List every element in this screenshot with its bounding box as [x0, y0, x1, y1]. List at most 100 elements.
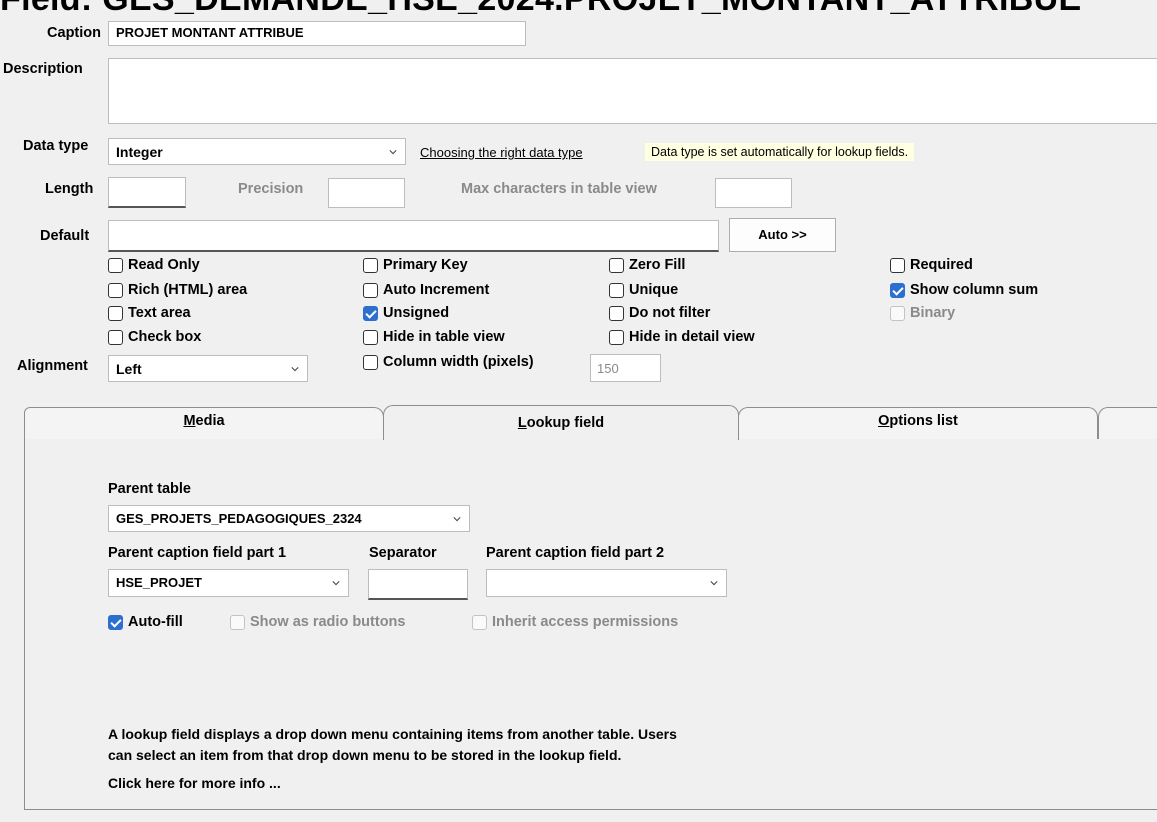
checkbox-box: [108, 305, 123, 321]
checkbox-label: Show as radio buttons: [250, 614, 406, 630]
default-label: Default: [40, 228, 90, 244]
unique-checkbox[interactable]: Unique: [609, 282, 678, 298]
checkbox-label: Unsigned: [383, 305, 450, 321]
show-column-sum-checkbox[interactable]: Show column sum: [890, 282, 1038, 298]
checkbox-label: Primary Key: [383, 257, 468, 273]
inherit-permissions-checkbox[interactable]: Inherit access permissions: [472, 614, 678, 630]
caption-part2-label: Parent caption field part 2: [486, 545, 665, 561]
column-width-checkbox[interactable]: Column width (pixels): [363, 354, 534, 370]
checkbox-label: Required: [910, 257, 973, 273]
chevron-down-icon: [291, 367, 299, 372]
check-icon: [108, 614, 123, 630]
checkbox-box: [472, 614, 487, 630]
description-textarea[interactable]: [108, 58, 1157, 124]
required-checkbox[interactable]: Required: [890, 257, 973, 273]
data-type-select[interactable]: Integer: [108, 138, 406, 165]
hide-in-table-view-checkbox[interactable]: Hide in table view: [363, 329, 505, 345]
checkbox-label: Inherit access permissions: [492, 614, 679, 630]
caption-part1-label: Parent caption field part 1: [108, 545, 287, 561]
checkbox-label: Text area: [128, 305, 191, 321]
separator-label: Separator: [369, 545, 437, 561]
alignment-label: Alignment: [17, 358, 88, 374]
data-type-label: Data type: [23, 138, 89, 154]
checkbox-label: Do not filter: [629, 305, 711, 321]
checkbox-box: [609, 257, 624, 273]
precision-label: Precision: [238, 181, 304, 197]
precision-input[interactable]: [328, 178, 405, 208]
checkbox-label: Zero Fill: [629, 257, 686, 273]
read-only-checkbox[interactable]: Read Only: [108, 257, 200, 273]
checkbox-box: [108, 257, 123, 273]
data-type-note: Data type is set automatically for looku…: [645, 143, 915, 161]
caption-input[interactable]: PROJET MONTANT ATTRIBUE: [108, 21, 526, 46]
checkbox-label: Auto Increment: [383, 282, 490, 298]
max-chars-label: Max characters in table view: [461, 181, 657, 197]
checkbox-box: [609, 329, 624, 345]
auto-fill-checkbox[interactable]: Auto-fill: [108, 614, 183, 630]
checkbox-box: [363, 354, 378, 370]
auto-button[interactable]: Auto >>: [729, 218, 836, 252]
chevron-down-icon: [453, 517, 461, 522]
alignment-value: Left: [116, 361, 142, 377]
checkbox-label: Unique: [629, 282, 679, 298]
checkbox-label: Hide in table view: [383, 329, 505, 345]
checkbox-label: Rich (HTML) area: [128, 282, 248, 298]
parent-table-select[interactable]: GES_PROJETS_PEDAGOGIQUES_2324: [108, 505, 470, 532]
more-info-link[interactable]: Click here for more info ...: [108, 775, 281, 791]
tab-lookup-field[interactable]: Lookup field: [383, 405, 739, 440]
description-label: Description: [3, 61, 83, 77]
chevron-down-icon: [710, 581, 718, 586]
tab-lookup-field-mnemonic: L: [517, 415, 527, 431]
checkbox-label: Binary: [910, 305, 956, 321]
tab-media[interactable]: Media: [24, 407, 384, 439]
separator-input[interactable]: [368, 569, 468, 600]
chevron-down-icon: [332, 581, 340, 586]
caption-part1-value: HSE_PROJET: [116, 575, 202, 590]
lookup-help-line1: A lookup field displays a drop down menu…: [108, 726, 677, 742]
checkbox-box: [609, 305, 624, 321]
hide-in-detail-view-checkbox[interactable]: Hide in detail view: [609, 329, 755, 345]
checkbox-label: Column width (pixels): [383, 354, 534, 370]
checkbox-label: Read Only: [128, 257, 200, 273]
data-type-help-link[interactable]: Choosing the right data type: [420, 145, 583, 160]
check-icon: [363, 305, 378, 321]
text-area-checkbox[interactable]: Text area: [108, 305, 191, 321]
checkbox-label: Hide in detail view: [629, 329, 755, 345]
checkbox-box: [108, 329, 123, 345]
max-chars-input[interactable]: [715, 178, 792, 208]
caption-label: Caption: [47, 25, 101, 41]
checkbox-box: [363, 329, 378, 345]
tab-lookup-field-label: ookup field: [526, 415, 605, 431]
zero-fill-checkbox[interactable]: Zero Fill: [609, 257, 685, 273]
tab-options-list[interactable]: Options list: [738, 407, 1098, 439]
checkbox-label: Auto-fill: [128, 614, 183, 630]
data-type-value: Integer: [116, 144, 163, 160]
checkbox-box: [230, 614, 245, 630]
page-title: Field: GES_DEMANDE_HSE_2024.PROJET_MONTA…: [0, 0, 1081, 19]
unsigned-checkbox[interactable]: Unsigned: [363, 305, 449, 321]
binary-checkbox[interactable]: Binary: [890, 305, 955, 321]
checkbox-box: [108, 282, 123, 298]
caption-part2-select[interactable]: [486, 569, 727, 597]
checkbox-label: Show column sum: [910, 282, 1039, 298]
parent-table-value: GES_PROJETS_PEDAGOGIQUES_2324: [116, 511, 362, 526]
alignment-select[interactable]: Left: [108, 355, 308, 382]
tab-overflow[interactable]: [1098, 407, 1157, 439]
rich-html-checkbox[interactable]: Rich (HTML) area: [108, 282, 247, 298]
chevron-down-icon: [389, 150, 397, 155]
tab-options-list-mnemonic: O: [878, 413, 890, 429]
checkbox-box: [609, 282, 624, 298]
column-width-input[interactable]: 150: [590, 354, 661, 382]
radio-buttons-checkbox[interactable]: Show as radio buttons: [230, 614, 405, 630]
checkbox-box: [363, 282, 378, 298]
primary-key-checkbox[interactable]: Primary Key: [363, 257, 468, 273]
check-box-checkbox[interactable]: Check box: [108, 329, 201, 345]
auto-increment-checkbox[interactable]: Auto Increment: [363, 282, 489, 298]
default-input[interactable]: [108, 220, 719, 252]
caption-part1-select[interactable]: HSE_PROJET: [108, 569, 349, 597]
do-not-filter-checkbox[interactable]: Do not filter: [609, 305, 710, 321]
length-input[interactable]: [108, 177, 186, 208]
parent-table-label: Parent table: [108, 481, 191, 497]
length-label: Length: [45, 181, 94, 197]
checkbox-box: [890, 305, 905, 321]
